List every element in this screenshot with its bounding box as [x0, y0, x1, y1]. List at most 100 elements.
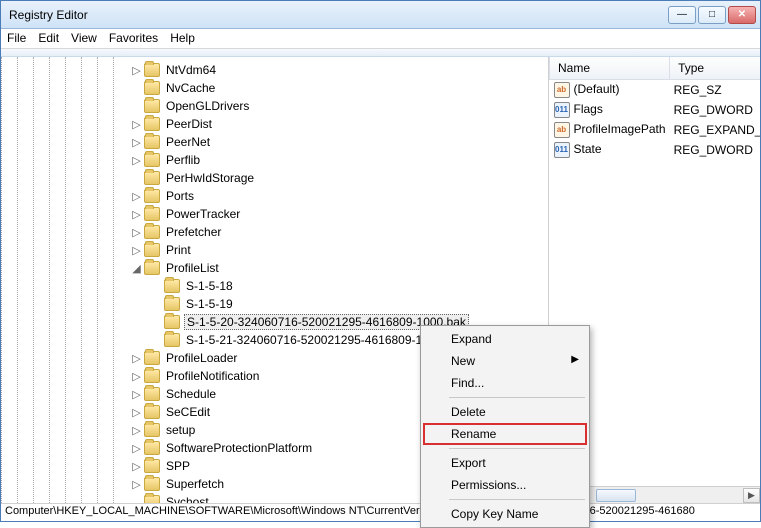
menu-item-label: Permissions...: [451, 478, 526, 492]
binary-value-icon: 011: [554, 142, 570, 158]
folder-icon: [144, 405, 160, 419]
expand-toggle-icon[interactable]: ▷: [131, 154, 142, 167]
expand-toggle-icon[interactable]: ▷: [131, 208, 142, 221]
submenu-arrow-icon: ▶: [571, 354, 579, 365]
value-row[interactable]: ab(Default)REG_SZ: [550, 79, 761, 100]
menubar: File Edit View Favorites Help: [1, 29, 760, 49]
expand-toggle-icon[interactable]: ▷: [131, 406, 142, 419]
tree-node-label: PeerNet: [164, 135, 212, 149]
folder-icon: [144, 63, 160, 77]
folder-icon: [144, 189, 160, 203]
scroll-right-icon[interactable]: ▶: [743, 488, 760, 503]
tree-node-label: SeCEdit: [164, 405, 212, 419]
expand-toggle-icon[interactable]: ▷: [131, 64, 142, 77]
tree-guide-lines: [1, 57, 129, 503]
context-menu-delete[interactable]: Delete: [423, 401, 587, 423]
menu-item-label: New: [451, 354, 475, 368]
menu-favorites[interactable]: Favorites: [109, 31, 158, 46]
folder-icon: [144, 495, 160, 503]
expand-toggle-icon[interactable]: ▷: [131, 244, 142, 257]
tree-node-label: OpenGLDrivers: [164, 99, 251, 113]
menu-separator: [449, 499, 585, 500]
value-row[interactable]: 011 Flags REG_DWORD: [550, 100, 761, 120]
menu-item-label: Find...: [451, 376, 484, 390]
context-menu-new[interactable]: New ▶: [423, 350, 587, 372]
close-button[interactable]: ✕: [728, 6, 756, 24]
expand-toggle-icon[interactable]: ▷: [131, 388, 142, 401]
folder-icon: [144, 117, 160, 131]
tree-node-label: NtVdm64: [164, 63, 218, 77]
tree-node-label: SPP: [164, 459, 192, 473]
expand-toggle-icon[interactable]: ▷: [131, 190, 142, 203]
folder-icon: [164, 333, 180, 347]
menu-edit[interactable]: Edit: [38, 31, 59, 46]
value-row[interactable]: abProfileImagePathREG_EXPAND_S: [550, 120, 761, 140]
tree-node-label: Svchost: [164, 495, 211, 503]
maximize-button[interactable]: □: [698, 6, 726, 24]
expand-toggle-icon[interactable]: ◢: [131, 262, 142, 275]
tree-node-label: S-1-5-19: [184, 297, 235, 311]
value-name: Flags: [574, 102, 603, 116]
tree-node-label: ProfileLoader: [164, 351, 239, 365]
expand-toggle-icon[interactable]: ▷: [131, 352, 142, 365]
context-menu-rename[interactable]: Rename: [423, 423, 587, 445]
context-menu-export[interactable]: Export: [423, 452, 587, 474]
expand-toggle-icon[interactable]: ▷: [131, 478, 142, 491]
value-type: REG_DWORD: [670, 140, 760, 160]
folder-icon: [144, 369, 160, 383]
context-menu-permissions[interactable]: Permissions...: [423, 474, 587, 496]
minimize-button[interactable]: —: [668, 6, 696, 24]
folder-icon: [144, 135, 160, 149]
context-menu-expand[interactable]: Expand: [423, 328, 587, 350]
expand-toggle-icon[interactable]: ▷: [131, 442, 142, 455]
menu-item-label: Delete: [451, 405, 486, 419]
tree-node-label: Perflib: [164, 153, 202, 167]
value-type: REG_EXPAND_S: [670, 120, 760, 140]
menu-separator: [449, 448, 585, 449]
expand-toggle-icon[interactable]: ▷: [131, 136, 142, 149]
main-area: ▷ NtVdm64 NvCache OpenGLDrivers ▷ PeerDist ▷ Pe…: [1, 57, 760, 503]
folder-icon: [144, 351, 160, 365]
menu-item-label: Copy Key Name: [451, 507, 538, 521]
statusbar: Computer\HKEY_LOCAL_MACHINE\SOFTWARE\Mic…: [1, 503, 760, 521]
window-buttons: — □ ✕: [668, 6, 756, 24]
tree-node-label: SoftwareProtectionPlatform: [164, 441, 314, 455]
tree-node-label: Prefetcher: [164, 225, 223, 239]
folder-icon: [144, 261, 160, 275]
folder-icon: [144, 423, 160, 437]
menu-help[interactable]: Help: [170, 31, 195, 46]
scroll-thumb[interactable]: [596, 489, 636, 502]
folder-icon: [144, 459, 160, 473]
context-menu-find[interactable]: Find...: [423, 372, 587, 394]
menu-file[interactable]: File: [7, 31, 26, 46]
folder-icon: [164, 279, 180, 293]
expand-toggle-icon[interactable]: ▷: [131, 226, 142, 239]
expand-toggle-icon[interactable]: ▷: [131, 424, 142, 437]
column-header-type[interactable]: Type: [670, 57, 760, 79]
string-value-icon: ab: [554, 82, 570, 98]
tree-node-label: Schedule: [164, 387, 218, 401]
folder-icon: [144, 387, 160, 401]
tree-node-label: S-1-5-18: [184, 279, 235, 293]
tree-node-label: NvCache: [164, 81, 217, 95]
menu-item-label: Export: [451, 456, 486, 470]
tree-node-label: Print: [164, 243, 193, 257]
expand-toggle-icon[interactable]: ▷: [131, 118, 142, 131]
tree-node-label: S-1-5-21-324060716-520021295-4616809-1: [184, 333, 424, 347]
folder-icon: [144, 477, 160, 491]
binary-value-icon: 011: [554, 102, 570, 118]
value-name: State: [574, 142, 602, 156]
expand-toggle-icon[interactable]: ▷: [131, 460, 142, 473]
menu-item-label: Rename: [451, 427, 496, 441]
column-header-name[interactable]: Name: [550, 57, 670, 79]
tree-node-label: Superfetch: [164, 477, 226, 491]
titlebar: Registry Editor — □ ✕: [1, 1, 760, 29]
tree-node-label: Ports: [164, 189, 196, 203]
value-type: REG_DWORD: [670, 100, 760, 120]
value-row[interactable]: 011 State REG_DWORD: [550, 140, 761, 160]
tree-node-label: PeerDist: [164, 117, 214, 131]
folder-icon: [164, 297, 180, 311]
folder-icon: [144, 153, 160, 167]
menu-view[interactable]: View: [71, 31, 97, 46]
expand-toggle-icon[interactable]: ▷: [131, 370, 142, 383]
